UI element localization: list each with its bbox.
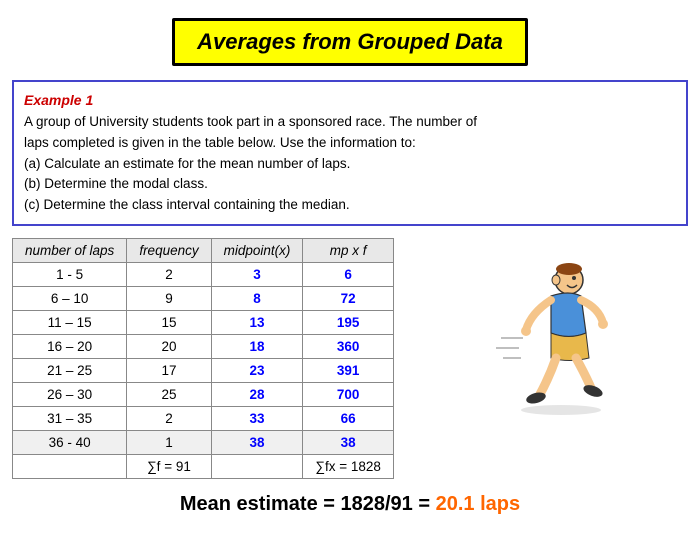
- table-row: 16 – 202018360: [13, 335, 394, 359]
- cell-mpf: 195: [303, 311, 394, 335]
- cell-mpf: 391: [303, 359, 394, 383]
- sum-mpf-label: [211, 455, 303, 479]
- cell-midpoint: 13: [211, 311, 303, 335]
- runner-svg: [481, 258, 611, 418]
- cell-laps: 6 – 10: [13, 287, 127, 311]
- cell-midpoint: 33: [211, 407, 303, 431]
- cell-midpoint: 23: [211, 359, 303, 383]
- col-header-freq: frequency: [127, 239, 211, 263]
- cell-laps: 21 – 25: [13, 359, 127, 383]
- col-header-mid: midpoint(x): [211, 239, 303, 263]
- cell-laps: 31 – 35: [13, 407, 127, 431]
- table-row: 26 – 302528700: [13, 383, 394, 407]
- cell-laps: 26 – 30: [13, 383, 127, 407]
- mean-line: Mean estimate = 1828/91 = 20.1 laps: [0, 493, 700, 516]
- cell-laps: 16 – 20: [13, 335, 127, 359]
- cell-mpf: 72: [303, 287, 394, 311]
- cell-mpf: 700: [303, 383, 394, 407]
- table-row: 21 – 251723391: [13, 359, 394, 383]
- table-row: 11 – 151513195: [13, 311, 394, 335]
- runner-illustration: [394, 238, 688, 418]
- cell-freq: 20: [127, 335, 211, 359]
- cell-freq: 25: [127, 383, 211, 407]
- table-area: number of laps frequency midpoint(x) mp …: [12, 238, 688, 479]
- example-text3: (a) Calculate an estimate for the mean n…: [24, 154, 676, 175]
- example-text2: laps completed is given in the table bel…: [24, 133, 676, 154]
- page-title: Averages from Grouped Data: [172, 18, 528, 66]
- cell-freq: 17: [127, 359, 211, 383]
- cell-midpoint: 3: [211, 263, 303, 287]
- sum-freq-label: [13, 455, 127, 479]
- sum-freq-val: ∑f = 91: [127, 455, 211, 479]
- cell-midpoint: 8: [211, 287, 303, 311]
- table-row: 1 - 5236: [13, 263, 394, 287]
- sum-mpf-val: ∑fx = 1828: [303, 455, 394, 479]
- title-section: Averages from Grouped Data: [0, 18, 700, 66]
- table-row: 36 - 4013838: [13, 431, 394, 455]
- cell-midpoint: 28: [211, 383, 303, 407]
- example-box: Example 1 A group of University students…: [12, 80, 688, 226]
- cell-mpf: 6: [303, 263, 394, 287]
- col-header-mpf: mp x f: [303, 239, 394, 263]
- cell-mpf: 360: [303, 335, 394, 359]
- cell-freq: 2: [127, 407, 211, 431]
- example-text4: (b) Determine the modal class.: [24, 174, 676, 195]
- example-text5: (c) Determine the class interval contain…: [24, 195, 676, 216]
- cell-mpf: 38: [303, 431, 394, 455]
- cell-laps: 36 - 40: [13, 431, 127, 455]
- cell-freq: 15: [127, 311, 211, 335]
- table-row: 31 – 3523366: [13, 407, 394, 431]
- cell-midpoint: 18: [211, 335, 303, 359]
- example-label: Example 1: [24, 90, 676, 112]
- cell-freq: 1: [127, 431, 211, 455]
- cell-midpoint: 38: [211, 431, 303, 455]
- cell-laps: 11 – 15: [13, 311, 127, 335]
- cell-mpf: 66: [303, 407, 394, 431]
- table-row: 6 – 109872: [13, 287, 394, 311]
- mean-prefix: Mean estimate = 1828/91 =: [180, 493, 436, 515]
- col-header-laps: number of laps: [13, 239, 127, 263]
- cell-freq: 9: [127, 287, 211, 311]
- cell-freq: 2: [127, 263, 211, 287]
- data-table: number of laps frequency midpoint(x) mp …: [12, 238, 394, 479]
- mean-value: 20.1 laps: [436, 493, 521, 515]
- cell-laps: 1 - 5: [13, 263, 127, 287]
- example-text1: A group of University students took part…: [24, 112, 676, 133]
